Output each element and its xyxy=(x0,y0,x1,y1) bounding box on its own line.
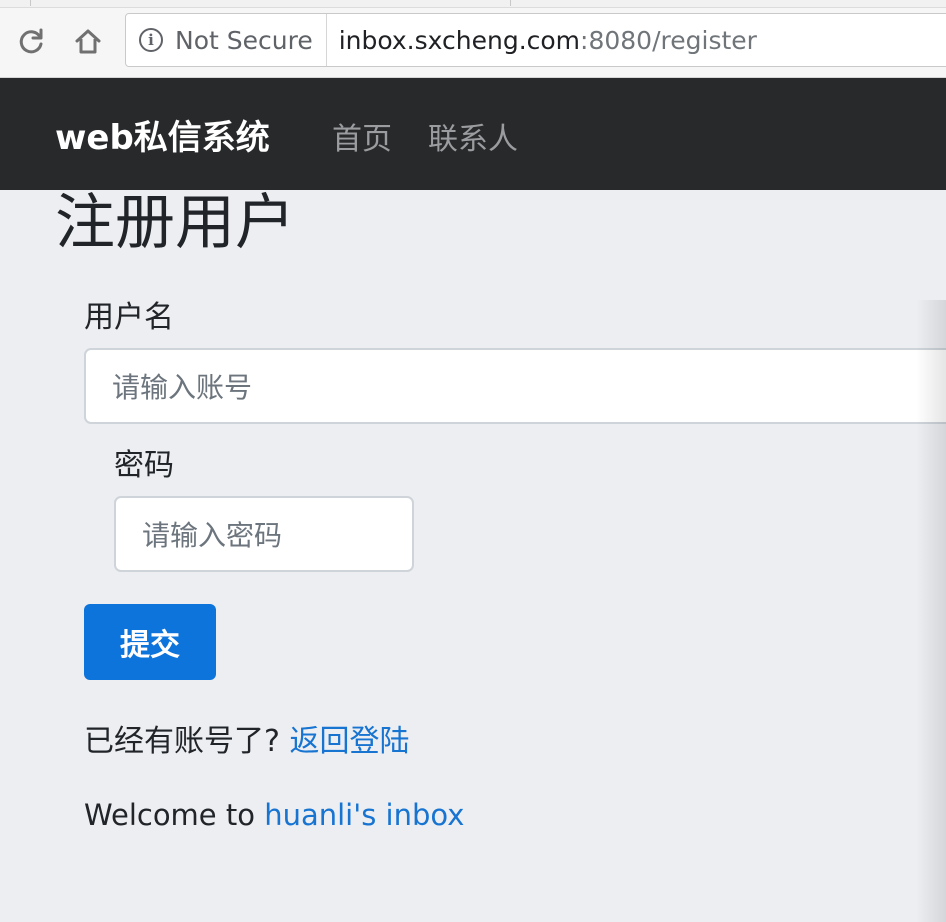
inbox-link[interactable]: huanli's inbox xyxy=(264,798,464,832)
url-path: :8080/register xyxy=(580,25,757,55)
browser-toolbar: i Not Secure inbox.sxcheng.com:8080/regi… xyxy=(0,0,946,78)
password-label: 密码 xyxy=(114,448,174,483)
reload-icon[interactable] xyxy=(16,24,48,58)
url-host: inbox.sxcheng.com xyxy=(338,25,581,55)
login-prompt: 已经有账号了? 返回登陆 xyxy=(84,716,409,760)
username-label: 用户名 xyxy=(84,300,174,335)
security-label: Not Secure xyxy=(175,25,313,55)
nav-link-contacts[interactable]: 联系人 xyxy=(428,114,518,158)
security-indicator[interactable]: i Not Secure xyxy=(126,14,327,66)
scroll-shadow xyxy=(916,300,946,922)
password-input[interactable]: 请输入密码 xyxy=(114,496,414,572)
url-text[interactable]: inbox.sxcheng.com:8080/register xyxy=(327,26,757,55)
have-account-text: 已经有账号了? xyxy=(84,724,280,759)
tab-divider xyxy=(30,0,31,6)
info-icon: i xyxy=(139,28,163,52)
username-input[interactable]: 请输入账号 xyxy=(84,348,946,424)
brand-logo[interactable]: web私信系统 xyxy=(55,110,270,159)
back-to-login-link[interactable]: 返回登陆 xyxy=(289,724,409,759)
page-title: 注册用户 xyxy=(55,188,295,258)
welcome-line: Welcome to huanli's inbox xyxy=(84,798,464,832)
welcome-text: Welcome to xyxy=(84,798,265,832)
nav-link-home[interactable]: 首页 xyxy=(332,114,392,158)
submit-button[interactable]: 提交 xyxy=(84,604,216,680)
home-icon[interactable] xyxy=(72,24,104,58)
tab-strip xyxy=(0,0,946,8)
address-bar[interactable]: i Not Secure inbox.sxcheng.com:8080/regi… xyxy=(125,13,946,67)
site-navbar: web私信系统 首页 联系人 xyxy=(0,78,946,190)
tab-divider xyxy=(510,0,511,6)
